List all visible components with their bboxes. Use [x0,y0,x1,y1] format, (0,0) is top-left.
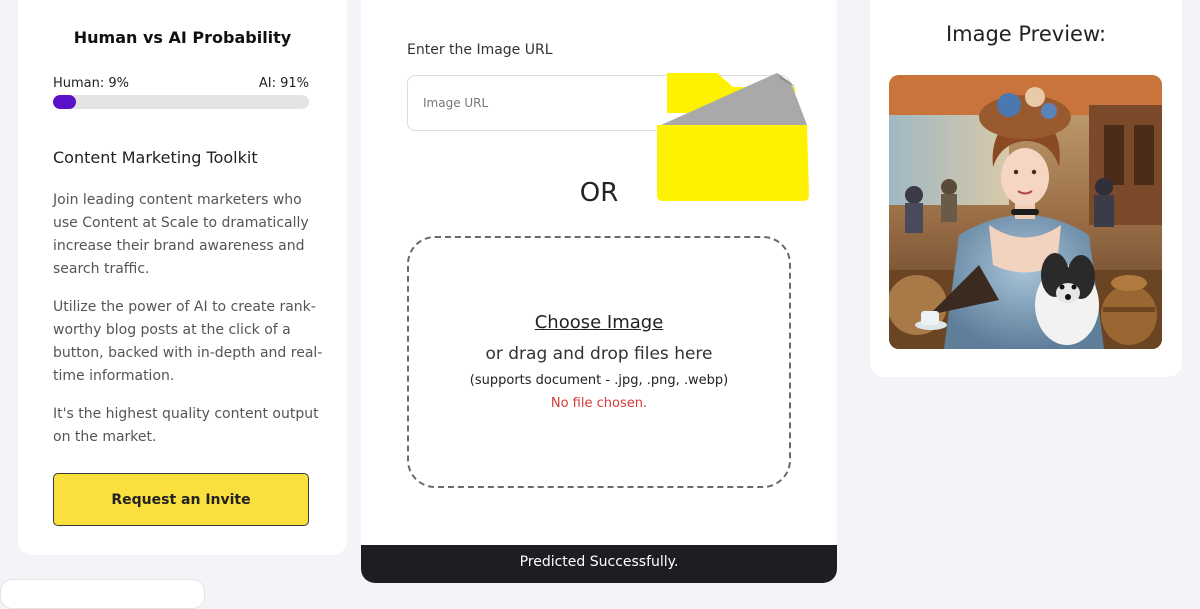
toolkit-paragraph-1: Join leading content marketers who use C… [53,192,309,277]
toolkit-paragraph-3: It's the highest quality content output … [53,406,319,445]
bottom-card-edge [0,579,205,609]
toolkit-paragraph-2: Utilize the power of AI to create rank-w… [53,299,323,384]
image-preview-title: Image Preview: [945,22,1107,46]
preview-image [889,75,1162,349]
ai-probability-label: AI: 91% [258,76,309,91]
probability-card: Human vs AI Probability Human: 9% AI: 91… [18,0,347,555]
human-probability-label: Human: 9% [53,76,130,91]
human-probability-fill [53,95,77,109]
request-invite-button[interactable]: Request an Invite [53,473,309,526]
file-drop-zone[interactable]: Choose Image or drag and drop files here… [407,236,791,488]
choose-image-link[interactable]: Choose Image [409,312,789,333]
no-file-status: No file chosen. [550,396,648,411]
toolkit-title: Content Marketing Toolkit [53,148,258,167]
status-toast: Predicted Successfully. [361,545,837,583]
drag-drop-hint: or drag and drop files here [485,344,713,364]
probability-title: Human vs AI Probability [73,28,292,47]
supported-formats-text: (supports document - .jpg, .png, .webp) [469,373,729,388]
image-preview-card: Image Preview: [870,0,1182,377]
image-url-label: Enter the Image URL [407,42,553,58]
probability-bar [53,95,309,109]
or-divider: OR [579,178,619,208]
upload-card: Enter the Image URL OR Choose Image or d… [361,0,837,583]
